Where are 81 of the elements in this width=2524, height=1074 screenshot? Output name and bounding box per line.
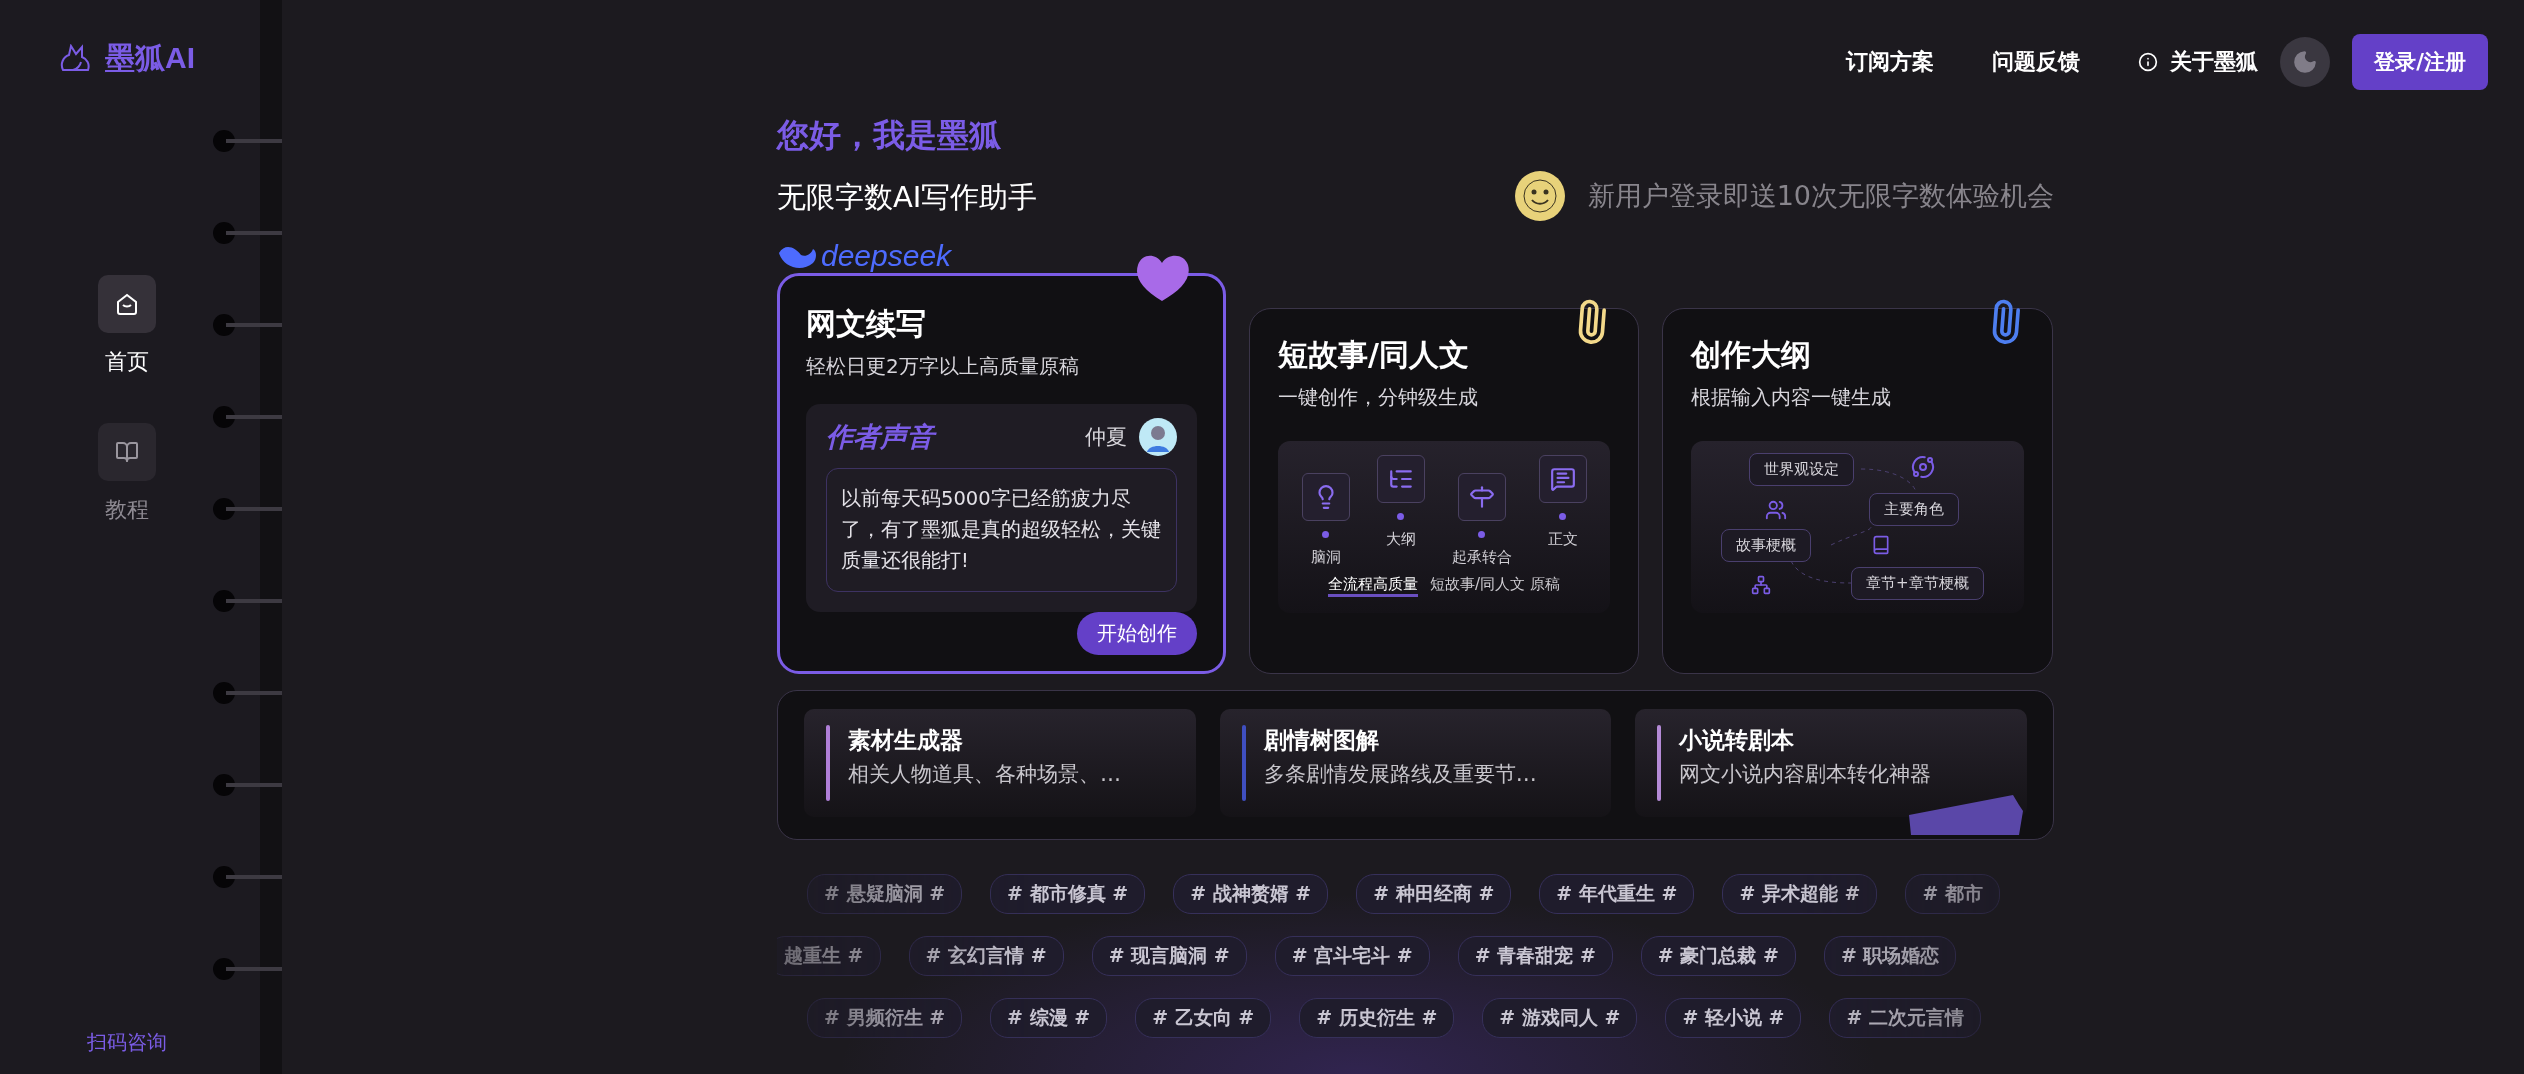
tool-title: 剧情树图解 (1263, 726, 1380, 755)
start-button[interactable]: 开始创作 (1077, 611, 1197, 655)
brand-name: 墨狐AI (105, 40, 195, 76)
mindmap-node: 主要角色 (1869, 493, 1959, 526)
model-logo-text: deepseek (821, 239, 952, 273)
genre-tag[interactable]: # 二次元言情 (1829, 998, 1981, 1038)
nav-link[interactable]: 订阅方案 (1846, 47, 1935, 77)
mindmap-node: 章节+章节梗概 (1851, 567, 1984, 600)
genre-tag[interactable]: # 宫斗宅斗 # (1274, 936, 1430, 976)
card-subtitle: 根据输入内容一键生成 (1691, 384, 1892, 411)
genre-tag[interactable]: # 历史衍生 # (1299, 998, 1455, 1038)
tool-description: 相关人物道具、各种场景、… (848, 761, 1121, 788)
genre-tag[interactable]: # 悬疑脑洞 # (807, 874, 963, 914)
feature-card[interactable]: 网文续写 轻松日更2万字以上高质量原稿 作者声音 仲夏 以前每天码5000字已经筋疲力尽了，有了墨狐是真的超级轻松，关键质量还很能打! 开始创作 (777, 273, 1226, 674)
nav-link[interactable]: 关于墨狐 (2138, 47, 2259, 77)
promo-text: 新用户登录即送10次无限字数体验机会 (1587, 179, 2054, 213)
sidebar-item[interactable]: 教程 (98, 423, 156, 525)
smiley-badge-icon (1513, 170, 1566, 222)
moon-icon (2292, 49, 2319, 75)
genre-tag[interactable]: # 异术超能 # (1722, 874, 1878, 914)
card-subtitle: 轻松日更2万字以上高质量原稿 (806, 353, 1080, 380)
genre-tag[interactable]: # 职场婚恋 (1823, 936, 1957, 976)
genre-tag[interactable]: # 战神赘婿 # (1173, 874, 1329, 914)
step-dot (1559, 513, 1566, 520)
tool-card[interactable]: 小说转剧本 网文小说内容剧本转化神器 (1635, 709, 2027, 817)
tool-title: 素材生成器 (848, 726, 964, 755)
login-button[interactable]: 登录/注册 (2352, 34, 2488, 90)
tagline: 无限字数AI写作助手 (777, 179, 1038, 216)
step-label: 大纲 (1385, 530, 1416, 549)
info-icon (2138, 52, 2159, 72)
step-dot (1322, 531, 1329, 538)
consult-link[interactable]: 扫码咨询 (87, 1029, 167, 1056)
card-subtitle: 一键创作，分钟级生成 (1278, 384, 1479, 411)
genre-tag[interactable]: # 综漫 # (990, 998, 1108, 1038)
genre-tag[interactable]: # 轻小说 # (1665, 998, 1802, 1038)
caption: 短故事/同人文 原稿 (1430, 575, 1560, 595)
step-dot (1397, 513, 1404, 520)
network-icon (1751, 575, 1771, 595)
genre-tag[interactable]: # 乙女向 # (1135, 998, 1272, 1038)
step-label: 正文 (1547, 530, 1578, 549)
mindmap-node: 世界观设定 (1749, 453, 1854, 486)
step-label: 脑洞 (1310, 548, 1341, 567)
users-icon (1765, 499, 1787, 521)
book-icon (115, 440, 139, 464)
sidebar-item[interactable]: 首页 (98, 275, 156, 377)
genre-tag[interactable]: # 年代重生 # (1539, 874, 1695, 914)
mindmap-node: 故事梗概 (1721, 529, 1811, 562)
tool-description: 多条剧情发展路线及重要节… (1263, 761, 1537, 788)
genre-tag[interactable]: # 男频衍生 # (807, 998, 963, 1038)
avatar (1139, 418, 1177, 456)
card-title: 短故事/同人文 (1278, 336, 1470, 374)
genre-tag[interactable]: # 都市修真 # (990, 874, 1146, 914)
card-title: 创作大纲 (1691, 336, 1812, 374)
tool-description: 网文小说内容剧本转化神器 (1679, 761, 1932, 788)
home-icon (114, 291, 140, 317)
feature-card[interactable]: 短故事/同人文 一键创作，分钟级生成 脑洞 大纲 起承转合 正文 全流程高质量 短故事/同人文 原稿 (1249, 308, 1639, 674)
genre-tag[interactable]: # 青春甜宠 # (1457, 936, 1613, 976)
tool-card[interactable]: 素材生成器 相关人物道具、各种场景、… (804, 709, 1196, 817)
genre-tag[interactable]: # 种田经商 # (1356, 874, 1512, 914)
caption-highlight: 全流程高质量 (1328, 575, 1419, 597)
tool-title: 小说转剧本 (1679, 726, 1796, 755)
step-dot (1478, 531, 1485, 538)
genre-tag[interactable]: # 现言脑洞 # (1091, 936, 1247, 976)
genre-tag[interactable]: # 都市 (1905, 874, 2000, 914)
tool-card[interactable]: 剧情树图解 多条剧情发展路线及重要节… (1219, 709, 1612, 817)
author-name: 仲夏 (1085, 424, 1127, 451)
greeting: 您好，我是墨狐 (777, 115, 1002, 156)
feature-card[interactable]: 创作大纲 根据输入内容一键生成 世界观设定 主要角色 故事梗概 章节+章节梗概 (1662, 308, 2053, 674)
step-label: 起承转合 (1451, 548, 1512, 567)
genre-tag[interactable]: # 豪门总裁 # (1640, 936, 1796, 976)
nav-link[interactable]: 问题反馈 (1992, 47, 2081, 77)
fox-logo-icon (59, 43, 93, 74)
quote-bubble: 以前每天码5000字已经筋疲力尽了，有了墨狐是真的超级轻松，关键质量还很能打! (826, 468, 1177, 592)
signpost-icon (1468, 484, 1495, 510)
book-icon (1871, 535, 1891, 555)
genre-tag[interactable]: # 玄幻言情 # (908, 936, 1064, 976)
theme-toggle-button[interactable] (2280, 37, 2331, 87)
card-title: 网文续写 (806, 305, 927, 343)
message-icon (1549, 466, 1576, 492)
planet-icon (1911, 455, 1935, 479)
genre-tag[interactable]: # 游戏同人 # (1482, 998, 1638, 1038)
